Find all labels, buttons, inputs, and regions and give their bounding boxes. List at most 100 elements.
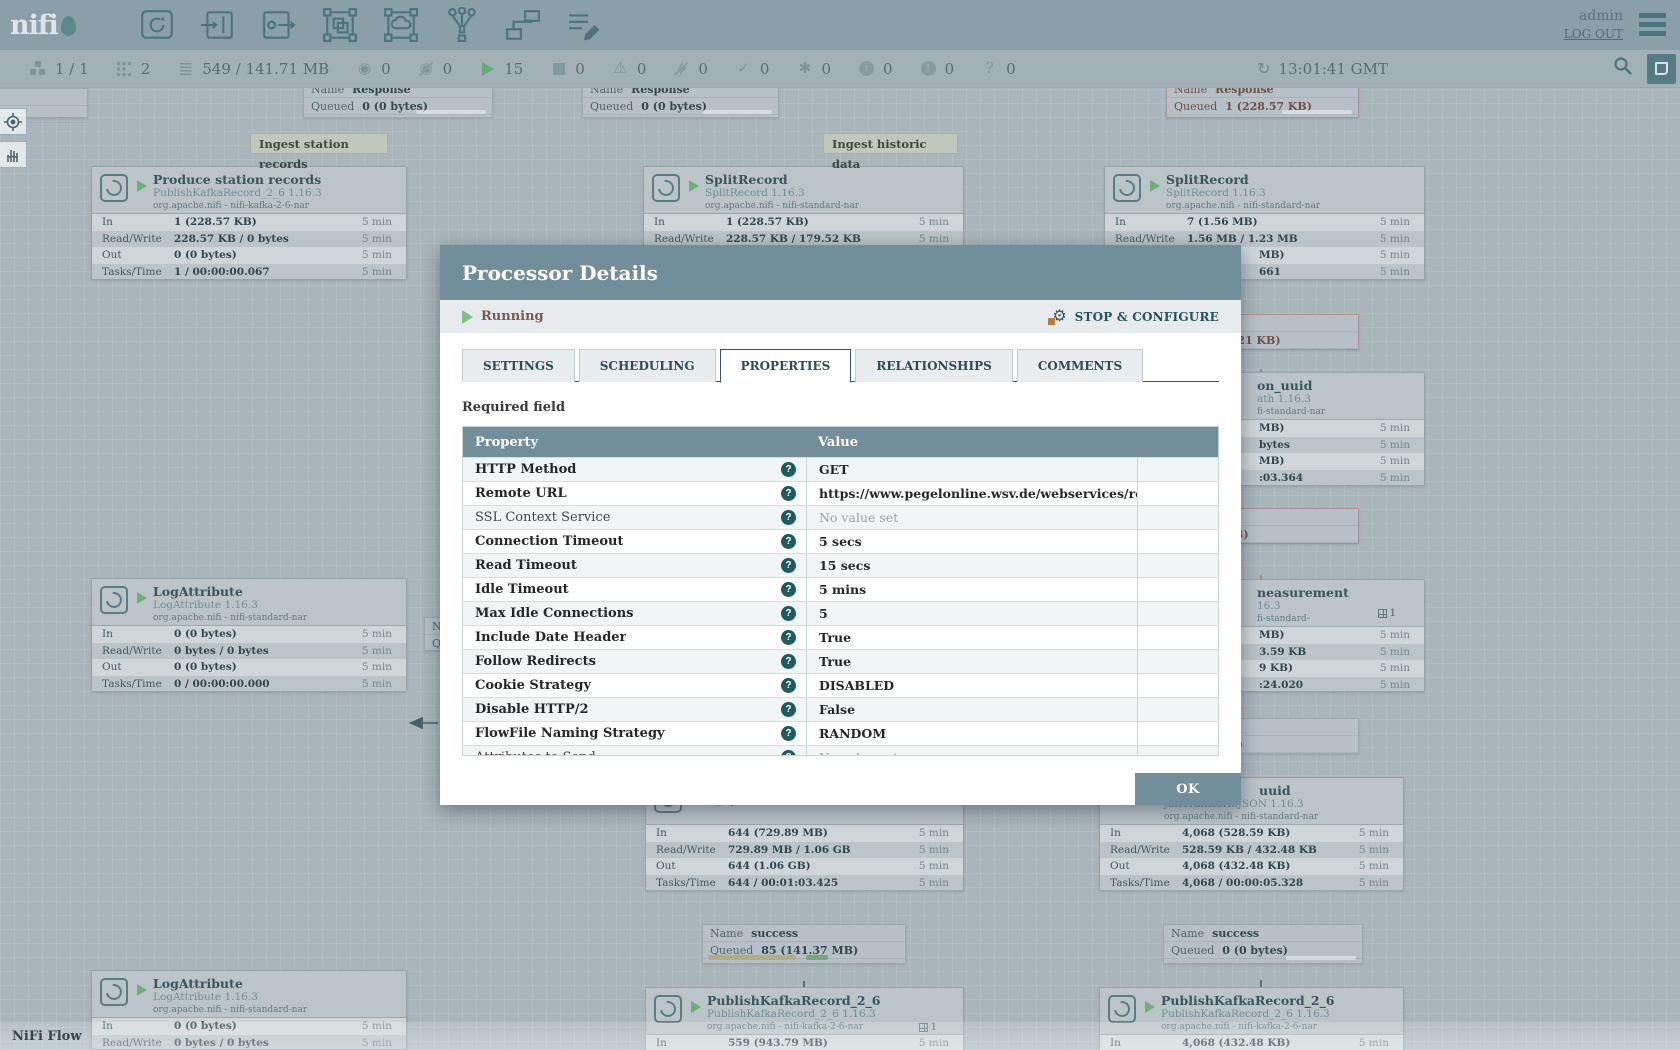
backpressure-bar — [1286, 956, 1356, 960]
asterisk-icon: ✱ — [796, 61, 813, 76]
processor-name: PublishKafkaRecord_2_6 — [1161, 993, 1334, 1008]
processor-logattribute[interactable]: LogAttribute LogAttribute 1.16.3 org.apa… — [91, 578, 407, 692]
processor-type: SplitRecord 1.16.3 — [705, 187, 859, 200]
arrow-up-circle-icon: ↑ — [858, 61, 875, 76]
processor-tool-icon[interactable] — [138, 6, 176, 44]
help-icon[interactable]: ? — [781, 486, 796, 501]
running-status-icon — [691, 1001, 701, 1013]
template-tool-icon[interactable] — [504, 6, 542, 44]
processor-name: SplitRecord — [1166, 172, 1320, 187]
locally-modified-and-stale-count: ! 0 — [920, 60, 955, 78]
funnel-tool-icon[interactable] — [443, 6, 481, 44]
current-user: admin — [1564, 7, 1623, 26]
processor-type: LogAttribute 1.16.3 — [153, 599, 307, 612]
ok-button[interactable]: OK — [1135, 773, 1241, 805]
label-tool-icon[interactable] — [565, 6, 603, 44]
backpressure-size-bar — [708, 955, 796, 960]
help-icon[interactable]: ? — [781, 558, 796, 573]
bulletin-panel-toggle[interactable] — [1647, 54, 1676, 84]
help-icon[interactable]: ? — [781, 606, 796, 621]
dialog-title: Processor Details — [462, 261, 658, 285]
help-icon[interactable]: ? — [781, 462, 796, 477]
help-icon[interactable]: ? — [781, 702, 796, 717]
running-count: 15 — [479, 60, 523, 78]
help-icon[interactable]: ? — [781, 582, 796, 597]
disabled-count: 0 — [673, 60, 708, 78]
logout-link[interactable]: LOG OUT — [1564, 26, 1623, 42]
process-group-tool-icon[interactable] — [321, 6, 359, 44]
processor-type: PublishKafkaRecord_2_6 1.16.3 — [153, 187, 322, 200]
tab-settings[interactable]: SETTINGS — [462, 349, 575, 382]
connection-label-success-right[interactable]: Namesuccess Queued0 (0 bytes) — [1163, 924, 1363, 964]
invalid-count: ⚠ 0 — [612, 60, 647, 78]
help-icon[interactable]: ? — [781, 510, 796, 525]
connection-label-success-center[interactable]: Namesuccess Queued85 (141.37 MB) — [702, 924, 906, 964]
processor-stats: In0 (0 bytes)5 min Read/Write0 bytes / 0… — [92, 625, 406, 692]
tab-comments[interactable]: COMMENTS — [1017, 349, 1143, 382]
cluster-status: 1 / 1 — [30, 60, 89, 78]
processor-bundle: org.apache.nifi - nifi-kafka-2-6-nar — [153, 200, 322, 212]
breadcrumb-bar: NiFi Flow — [0, 1022, 1680, 1050]
processor-produce-station-records[interactable]: Produce station records PublishKafkaReco… — [91, 166, 407, 280]
processor-icon — [100, 586, 128, 614]
property-row: Follow Redirects? True — [463, 649, 1218, 673]
version-badge: 1 — [1378, 608, 1396, 619]
transmitting-count: ◉ 0 — [356, 60, 391, 78]
help-icon[interactable]: ? — [781, 630, 796, 645]
sync-failure-count: ? 0 — [981, 60, 1016, 78]
search-icon[interactable] — [1613, 56, 1633, 81]
output-port-tool-icon[interactable] — [260, 6, 298, 44]
not-transmitting-count: ◉ 0 — [418, 60, 453, 78]
help-icon[interactable]: ? — [781, 750, 796, 756]
navigate-palette-button[interactable] — [0, 108, 27, 135]
processor-bundle: org.apache.nifi - nifi-standard-nar — [1108, 811, 1395, 823]
processor-icon — [100, 978, 128, 1006]
processor-stats: In644 (729.89 MB)5 min Read/Write729.89 … — [646, 824, 963, 891]
stop-and-configure-button[interactable]: ⚙ STOP & CONFIGURE — [1051, 308, 1219, 326]
processor-icon — [654, 995, 682, 1023]
properties-table-header: Property Value — [463, 427, 1218, 457]
property-row: Read Timeout? 15 secs — [463, 553, 1218, 577]
grid-icon — [116, 61, 133, 77]
dialog-status-row: Running ⚙ STOP & CONFIGURE — [440, 300, 1241, 333]
processor-stats: In4,068 (528.59 KB)5 min Read/Write528.5… — [1100, 824, 1403, 891]
app-header: nifi admin LOG OUT — [0, 0, 1680, 50]
stop-configure-icon: ⚙ — [1051, 308, 1069, 326]
header-right: admin LOG OUT — [1564, 7, 1680, 42]
required-field-note: Required field — [462, 400, 1219, 415]
processor-type: SplitRecord 1.16.3 — [1166, 187, 1320, 200]
processor-name: LogAttribute — [153, 976, 307, 991]
processor-type: PublishKafkaRecord_2_6 1.16.3 — [1161, 1008, 1334, 1021]
refresh-icon[interactable]: ↻ — [1257, 59, 1270, 79]
running-status-icon — [689, 180, 699, 192]
processor-icon — [1113, 174, 1141, 202]
stopped-icon — [550, 63, 567, 75]
help-icon[interactable]: ? — [781, 654, 796, 669]
processor-bundle: org.apache.nifi - nifi-standard-nar — [705, 200, 859, 212]
column-value: Value — [806, 435, 1137, 450]
processor-bundle: org.apache.nifi - nifi-standard-nar — [1166, 200, 1320, 212]
backpressure-bar — [1282, 110, 1352, 114]
tab-scheduling[interactable]: SCHEDULING — [579, 349, 716, 382]
canvas-label-ingest-station-records[interactable]: Ingest station records — [250, 133, 388, 154]
processor-name: SplitRecord — [705, 172, 859, 187]
remote-process-group-tool-icon[interactable] — [382, 6, 420, 44]
processor-icon — [1108, 995, 1136, 1023]
tab-relationships[interactable]: RELATIONSHIPS — [855, 349, 1012, 382]
help-icon[interactable]: ? — [781, 534, 796, 549]
processor-type: LogAttribute 1.16.3 — [153, 991, 307, 1004]
help-icon[interactable]: ? — [781, 678, 796, 693]
property-row: Cookie Strategy? DISABLED — [463, 673, 1218, 697]
global-menu-icon[interactable] — [1639, 13, 1666, 36]
not-transmitting-icon: ◉ — [418, 61, 435, 76]
disabled-icon — [673, 61, 690, 77]
dialog-tabs: SETTINGS SCHEDULING PROPERTIES RELATIONS… — [462, 349, 1219, 382]
help-icon[interactable]: ? — [781, 726, 796, 741]
canvas-label-ingest-historic-data[interactable]: Ingest historic data — [823, 133, 958, 154]
tab-properties[interactable]: PROPERTIES — [720, 349, 852, 383]
operate-palette-button[interactable] — [0, 141, 27, 168]
processor-stats: In1 (228.57 KB)5 min Read/Write228.57 KB… — [92, 213, 406, 280]
grid-badge-icon — [1378, 609, 1387, 618]
input-port-tool-icon[interactable] — [199, 6, 237, 44]
breadcrumb[interactable]: NiFi Flow — [12, 1029, 82, 1044]
